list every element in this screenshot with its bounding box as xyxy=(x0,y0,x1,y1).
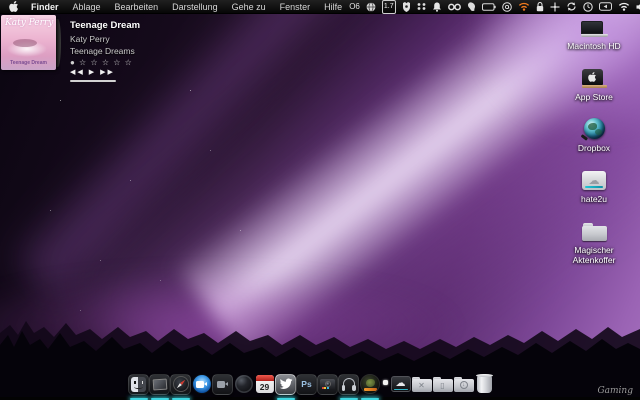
photos-icon xyxy=(152,378,167,390)
cloud-drive-icon: ☁ xyxy=(390,376,411,392)
globe-status-icon[interactable] xyxy=(366,0,376,14)
finder-icon xyxy=(131,376,146,392)
time-machine-clock-icon[interactable] xyxy=(582,0,593,14)
dock-item-finder[interactable] xyxy=(128,371,150,400)
dock-item-safari[interactable] xyxy=(170,371,192,400)
sync-status-icon[interactable] xyxy=(566,0,577,14)
dots-status-icon[interactable] xyxy=(417,0,426,14)
album-art-artist-text: Katy Perry xyxy=(5,18,54,28)
desktop-icon-hate2u[interactable]: ☁ hate2u xyxy=(556,166,632,204)
input-switch-status-icon[interactable] xyxy=(598,0,612,14)
album-art-figure xyxy=(13,39,37,47)
wifi-status-icon[interactable] xyxy=(618,0,630,14)
menu-finder[interactable]: Finder xyxy=(24,0,66,14)
dock-item-folder-x[interactable]: ✕ xyxy=(411,371,433,397)
track-title: Teenage Dream xyxy=(70,20,141,31)
running-indicator xyxy=(171,397,190,400)
dock-item-ichat[interactable] xyxy=(212,371,234,397)
dock-item-camera[interactable] xyxy=(317,371,339,397)
folder-download-icon: ↓ xyxy=(453,376,474,392)
headphones-icon xyxy=(341,377,356,391)
external-drive-icon: ☁ xyxy=(582,166,606,190)
running-indicator xyxy=(339,397,358,400)
calendar-icon: 29 xyxy=(255,375,274,393)
apple-menu[interactable] xyxy=(0,1,24,12)
menu-bar: Finder Ablage Bearbeiten Darstellung Geh… xyxy=(0,0,640,14)
battery-status-icon[interactable] xyxy=(481,0,496,14)
folder-document-icon: ▯ xyxy=(432,376,453,392)
register-icon xyxy=(581,64,607,88)
lock-status-icon[interactable] xyxy=(536,0,544,14)
o6-status-icon[interactable]: O6 xyxy=(349,0,360,14)
apple-icon xyxy=(9,1,18,12)
dock-item-twitter[interactable] xyxy=(275,371,297,400)
video-chat-icon xyxy=(217,380,228,388)
album-art: Katy Perry Teenage Dream xyxy=(1,15,56,70)
camera-icon xyxy=(320,378,335,390)
safari-compass-icon xyxy=(172,376,189,392)
now-playing-widget: Katy Perry Teenage Dream Teenage Dream K… xyxy=(1,13,181,82)
dock-item-cloud-drive[interactable]: ☁ xyxy=(390,371,412,397)
dock-item-headphones[interactable] xyxy=(338,371,360,400)
dock-item-game[interactable] xyxy=(359,371,381,400)
menu-ablage[interactable]: Ablage xyxy=(66,0,108,14)
running-indicator xyxy=(129,397,148,400)
dock-item-folder-documents[interactable]: ▯ xyxy=(432,371,454,397)
desktop-icon-magischer-aktenkoffer[interactable]: Magischer Aktenkoffer xyxy=(556,217,632,265)
menu-darstellung[interactable]: Darstellung xyxy=(165,0,225,14)
dock-item-trash[interactable] xyxy=(474,371,496,397)
dock-item-folder-downloads[interactable]: ↓ xyxy=(453,371,475,397)
folder-icon xyxy=(581,217,607,241)
space-label: Gaming xyxy=(597,386,633,396)
istat-status-icon[interactable]: 1.7 xyxy=(381,0,396,14)
running-indicator xyxy=(150,397,169,400)
dock-item-ical[interactable]: 29 xyxy=(254,371,276,397)
wifi-alert-orange-icon[interactable] xyxy=(518,0,530,14)
desktop-icon-dropbox[interactable]: Dropbox xyxy=(556,115,632,153)
menu-hilfe[interactable]: Hilfe xyxy=(317,0,349,14)
track-progress-bar[interactable] xyxy=(70,80,116,82)
track-artist: Katy Perry xyxy=(70,33,110,44)
photoshop-ps-icon: Ps xyxy=(301,379,312,389)
menu-fenster[interactable]: Fenster xyxy=(273,0,318,14)
vinyl-record-icon xyxy=(234,375,253,393)
dock-item-itunes[interactable] xyxy=(233,371,255,397)
previous-track-button[interactable]: ◀◀ xyxy=(70,69,85,76)
dock-item-photos[interactable] xyxy=(149,371,171,400)
dock-item-facetime[interactable] xyxy=(191,371,213,397)
folder-x-icon: ✕ xyxy=(411,376,432,392)
desktop-icon-app-store[interactable]: App Store xyxy=(556,64,632,102)
twitter-bird-icon xyxy=(279,378,293,390)
dock-item-photoshop[interactable]: Ps xyxy=(296,371,318,397)
track-rating[interactable]: ● ☆ ☆ ☆ ☆ ☆ xyxy=(70,58,140,67)
growl-paw-status-icon[interactable] xyxy=(467,0,476,14)
move-crosshair-status-icon[interactable] xyxy=(550,0,560,14)
next-track-button[interactable]: ▶▶ xyxy=(100,69,115,76)
trash-icon xyxy=(476,373,493,393)
minimized-window-icon xyxy=(382,379,388,385)
desktop-icon-macintosh-hd[interactable]: Macintosh HD xyxy=(556,13,632,51)
volume-status-icon[interactable] xyxy=(636,0,640,14)
album-art-title-text: Teenage Dream xyxy=(10,60,47,66)
facetime-icon xyxy=(191,374,212,394)
calendar-day: 29 xyxy=(259,382,270,392)
bell-status-icon[interactable] xyxy=(432,0,442,14)
menu-gehe-zu[interactable]: Gehe zu xyxy=(225,0,273,14)
play-button[interactable]: ▶ xyxy=(89,69,96,76)
menu-bearbeiten[interactable]: Bearbeiten xyxy=(108,0,166,14)
desktop: Finder Ablage Bearbeiten Darstellung Geh… xyxy=(0,0,640,400)
infinity-status-icon[interactable] xyxy=(447,0,461,14)
dock: 29 Ps ☁ ✕ ▯ ↓ xyxy=(128,367,496,400)
track-album: Teenage Dreams xyxy=(70,46,135,56)
globe-icon xyxy=(580,115,605,140)
shield-status-icon[interactable] xyxy=(402,0,411,14)
running-indicator xyxy=(276,397,295,400)
running-indicator xyxy=(360,397,379,400)
game-orb-icon xyxy=(359,374,380,394)
laptop-icon xyxy=(580,13,608,37)
circled-at-status-icon[interactable] xyxy=(501,0,512,14)
